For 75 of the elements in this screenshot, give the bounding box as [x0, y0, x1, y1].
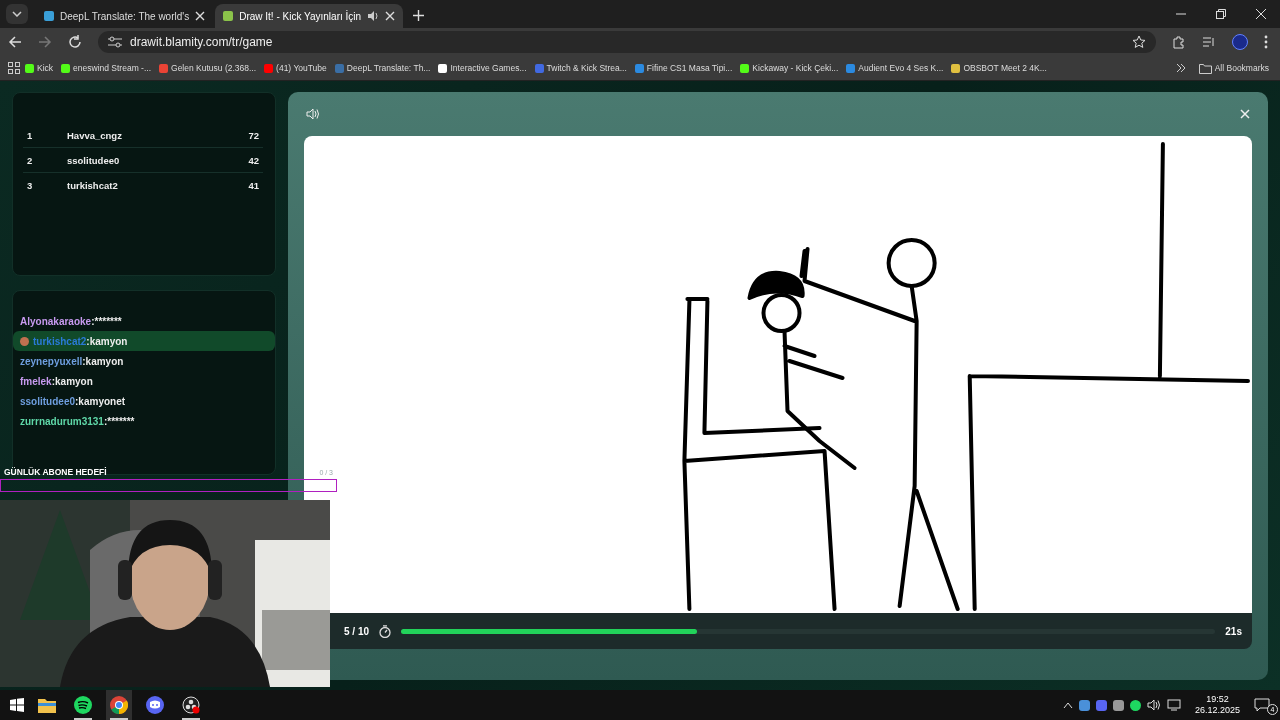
player-name: Havva_cngz: [67, 129, 123, 141]
recorder-icon: [182, 696, 200, 714]
chat-text: :kamyon: [82, 355, 124, 367]
forward-icon[interactable]: [38, 35, 52, 49]
close-icon[interactable]: [1256, 9, 1266, 19]
all-bookmarks-link[interactable]: All Bookmarks: [1195, 62, 1272, 74]
bookmark-link[interactable]: Kickaway - Kick Çeki...: [737, 63, 842, 73]
bookmark-link[interactable]: Audient Evo 4 Ses K...: [843, 63, 947, 73]
chat-text: :*******: [91, 315, 122, 327]
goal-title: GÜNLÜK ABONE HEDEFİ: [4, 467, 107, 477]
taskbar-app-button[interactable]: [106, 690, 132, 720]
extensions-icon[interactable]: [1172, 35, 1186, 49]
folder-icon: [38, 697, 56, 713]
player-score: 41: [248, 179, 259, 191]
bookmark-link[interactable]: eneswind Stream -...: [58, 63, 154, 73]
close-icon[interactable]: [195, 11, 206, 21]
clock-time: 19:52: [1206, 694, 1229, 705]
chat-username: Alyonakaraoke: [20, 315, 92, 327]
message-icon: [1254, 698, 1270, 712]
time-remaining: 21s: [1225, 625, 1242, 637]
chevron-icon[interactable]: [1062, 701, 1073, 709]
tab-search-button[interactable]: [6, 4, 28, 24]
rank-number: 3: [27, 179, 34, 191]
address-field[interactable]: drawit.blamity.com/tr/game: [98, 31, 1156, 53]
network-icon[interactable]: [1166, 699, 1181, 711]
stopwatch-icon: [379, 624, 392, 638]
windows-start-icon[interactable]: [10, 698, 24, 712]
more-icon[interactable]: [1175, 63, 1186, 73]
chat-text: :kamyon: [86, 335, 128, 347]
bookmark-link[interactable]: (41) YouTube: [261, 63, 330, 73]
bookmark-link[interactable]: Gelen Kutusu (2.368...: [156, 63, 260, 73]
bookmark-link[interactable]: Fifine CS1 Masa Tipi...: [631, 63, 736, 73]
chevron-icon: [12, 11, 22, 17]
bookmark-link[interactable]: Twitch & Kick Strea...: [531, 63, 630, 73]
round-counter: 5 / 10: [344, 625, 370, 637]
bookmark-link[interactable]: OBSBOT Meet 2 4K...: [948, 63, 1050, 73]
chat-text: :kamyonet: [75, 395, 126, 407]
browser-icon: [110, 696, 128, 714]
browser-tab[interactable]: DeepL Translate: The world's: [36, 4, 214, 28]
site-settings-icon[interactable]: [108, 36, 122, 48]
bookmark-link[interactable]: Interactive Games...: [435, 63, 530, 73]
badge-icon: [20, 336, 29, 346]
folder-icon: [1198, 62, 1212, 74]
bookmark-link[interactable]: Kick: [22, 63, 57, 73]
chat-username: ssolitudee0: [20, 395, 76, 407]
profile-avatar[interactable]: [1232, 34, 1248, 50]
chat-username: zeynepyuxell: [20, 355, 83, 367]
speaker-icon[interactable]: [306, 108, 319, 120]
drawing-canvas[interactable]: [304, 136, 1252, 613]
chat-username: fmelek: [20, 375, 52, 387]
star-icon[interactable]: [1132, 35, 1146, 49]
new-tab-icon[interactable]: [413, 10, 425, 21]
media-icon[interactable]: [1202, 35, 1216, 49]
clock-date: 26.12.2025: [1194, 705, 1240, 716]
apps-icon[interactable]: [8, 62, 20, 74]
player-score: 42: [248, 154, 259, 166]
player-name: ssolitudee0: [67, 154, 121, 166]
close-icon[interactable]: [385, 11, 396, 21]
chat-username: turkishcat2: [33, 335, 87, 347]
rank-number: 2: [27, 154, 34, 166]
volume-icon[interactable]: [1146, 699, 1161, 711]
chat-username: zurrnadurum3131: [20, 415, 104, 427]
bookmark-link[interactable]: DeepL Translate: Th...: [331, 63, 434, 73]
menu-icon[interactable]: [1264, 35, 1268, 49]
tab-title: Draw It! - Kick Yayınları İçin: [239, 10, 362, 22]
tab-title: DeepL Translate: The world's: [60, 10, 190, 22]
player-name: turkishcat2: [67, 179, 119, 191]
chat-text: :kamyon: [51, 375, 93, 387]
rank-number: 1: [27, 129, 34, 141]
chat-text: :*******: [103, 415, 135, 427]
browser-tab[interactable]: Draw It! - Kick Yayınları İçin: [215, 4, 404, 28]
back-icon[interactable]: [8, 35, 22, 49]
reload-icon[interactable]: [68, 35, 82, 49]
player-score: 72: [248, 129, 259, 141]
restore-icon[interactable]: [1216, 9, 1226, 19]
